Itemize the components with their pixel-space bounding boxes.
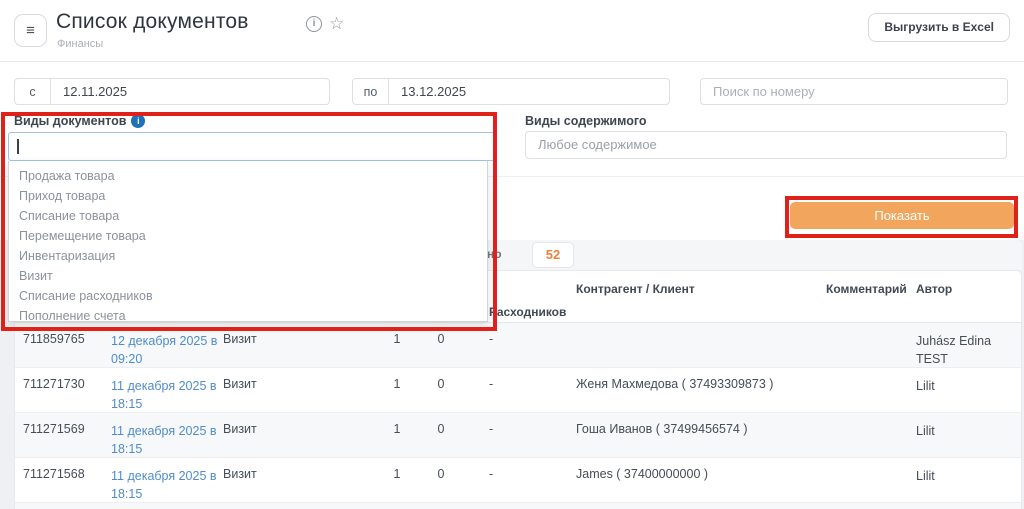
table-row: 711271569 11 декабря 2025 в 18:15 Визит 1… <box>15 413 1021 458</box>
dropdown-option[interactable]: Перемещение товара <box>9 226 487 246</box>
text-caret <box>17 139 19 154</box>
counterparty: Гоша Иванов ( 37499456574 ) <box>576 422 747 436</box>
table-row: 711271568 11 декабря 2025 в 18:15 Визит 1… <box>15 458 1021 503</box>
breadcrumb: Финансы <box>57 38 103 50</box>
hamburger-menu-button[interactable]: ≡ <box>14 14 47 47</box>
doc-types-label-text: Виды документов <box>14 114 126 128</box>
consumables-value: - <box>489 467 493 481</box>
document-number: 711859765 <box>23 332 85 346</box>
date-line1: 11 декабря 2025 в <box>111 469 217 483</box>
qty-1: 1 <box>387 467 407 481</box>
date-line2: 18:15 <box>111 487 142 501</box>
document-date-link[interactable]: 11 декабря 2025 в 18:15 <box>111 467 221 503</box>
consumables-value: - <box>489 377 493 391</box>
date-to-group: по <box>352 78 670 105</box>
document-type: Визит <box>223 332 257 346</box>
dropdown-option[interactable]: Продажа товара <box>9 166 487 186</box>
page-header: ≡ Список документов i ☆ Финансы Выгрузит… <box>0 0 1024 62</box>
qty-2: 0 <box>431 467 451 481</box>
date-to-input[interactable] <box>389 79 669 104</box>
author-line1: Juhász Edina <box>916 334 991 348</box>
results-count-tab[interactable]: 52 <box>532 242 574 268</box>
date-from-input[interactable] <box>51 79 329 104</box>
dropdown-option[interactable]: Инвентаризация <box>9 246 487 266</box>
column-header-author: Автор <box>916 282 952 296</box>
column-header-comment: Комментарий <box>826 282 907 296</box>
author: Lilit <box>916 377 1011 395</box>
document-number: 711271568 <box>23 467 85 481</box>
dropdown-option[interactable]: Пополнение счета <box>9 306 487 326</box>
column-header-consumables: Расходников <box>489 305 566 319</box>
date-from-prefix: с <box>15 79 51 104</box>
column-header-counterparty: Контрагент / Клиент <box>576 282 695 296</box>
page-title: Список документов <box>56 10 249 34</box>
qty-1: 1 <box>387 332 407 346</box>
content-types-label: Виды содержимого <box>525 114 647 128</box>
consumables-value: - <box>489 422 493 436</box>
document-type: Визит <box>223 422 257 436</box>
doc-types-label: Виды документов i <box>14 114 145 128</box>
show-button[interactable]: Показать <box>790 202 1014 229</box>
table-row: 711271730 11 декабря 2025 в 18:15 Визит 1… <box>15 368 1021 413</box>
document-type: Визит <box>223 467 257 481</box>
consumables-value: - <box>489 332 493 346</box>
dropdown-option[interactable]: Приход товара <box>9 186 487 206</box>
content-types-label-text: Виды содержимого <box>525 114 647 128</box>
counterparty: James ( 37400000000 ) <box>576 467 708 481</box>
date-line2: 09:20 <box>111 352 142 366</box>
author-line2: TEST <box>916 352 948 366</box>
table-row: 711859765 12 декабря 2025 в 09:20 Визит 1… <box>15 323 1021 368</box>
document-date-link[interactable]: 12 декабря 2025 в 09:20 <box>111 332 221 368</box>
counterparty: Женя Махмедова ( 37493309873 ) <box>576 377 773 391</box>
export-excel-button[interactable]: Выгрузить в Excel <box>868 13 1010 42</box>
author: Lilit <box>916 467 1011 485</box>
document-date-link[interactable]: 11 декабря 2025 в 18:15 <box>111 422 221 458</box>
author: Lilit <box>916 422 1011 440</box>
dropdown-option[interactable]: Списание расходников <box>9 286 487 306</box>
date-line2: 18:15 <box>111 397 142 411</box>
qty-2: 0 <box>431 377 451 391</box>
document-type: Визит <box>223 377 257 391</box>
date-line1: 11 декабря 2025 в <box>111 379 217 393</box>
document-number: 711271569 <box>23 422 85 436</box>
date-from-group: с <box>14 78 330 105</box>
info-icon[interactable]: i <box>306 16 322 32</box>
author: Juhász Edina TEST <box>916 332 1011 368</box>
qty-2: 0 <box>431 332 451 346</box>
doc-types-dropdown: Продажа товара Приход товара Списание то… <box>8 161 488 322</box>
search-by-number-input[interactable] <box>700 78 1008 105</box>
qty-1: 1 <box>387 422 407 436</box>
dropdown-option[interactable]: Визит <box>9 266 487 286</box>
qty-2: 0 <box>431 422 451 436</box>
document-date-link[interactable]: 11 декабря 2025 в 18:15 <box>111 377 221 413</box>
date-line1: 12 декабря 2025 в <box>111 334 217 348</box>
document-number: 711271730 <box>23 377 85 391</box>
star-favorite-icon[interactable]: ☆ <box>329 14 344 34</box>
date-line2: 18:15 <box>111 442 142 456</box>
doc-types-info-icon[interactable]: i <box>131 114 145 128</box>
table-row <box>15 503 1021 509</box>
date-line1: 11 декабря 2025 в <box>111 424 217 438</box>
hamburger-icon: ≡ <box>26 22 35 39</box>
dropdown-option[interactable]: Списание товара <box>9 206 487 226</box>
doc-types-input[interactable] <box>8 132 496 161</box>
qty-1: 1 <box>387 377 407 391</box>
date-to-prefix: по <box>353 79 389 104</box>
content-types-select[interactable]: Любое содержимое <box>525 131 1007 159</box>
